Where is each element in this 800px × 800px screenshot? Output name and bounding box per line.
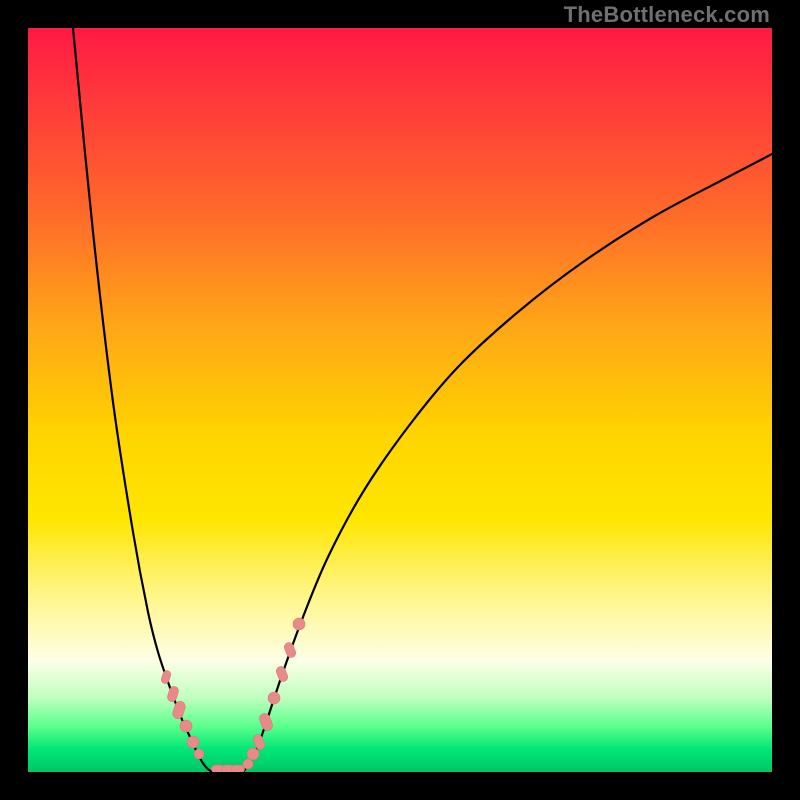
curve-group [73,28,772,772]
chart-svg [28,28,772,772]
data-marker [243,759,253,769]
marker-group [160,618,305,772]
data-marker [268,692,280,704]
chart-frame: TheBottleneck.com [0,0,800,800]
data-marker [283,641,297,659]
data-marker [293,618,305,630]
watermark-text: TheBottleneck.com [564,2,770,28]
data-marker [171,700,186,720]
data-marker [194,749,204,759]
data-marker [187,736,199,748]
data-marker [247,748,259,760]
data-marker [275,665,289,683]
plot-area [28,28,772,772]
data-marker [180,720,192,732]
data-marker [160,670,171,685]
data-marker [166,685,179,702]
data-marker [231,765,244,772]
data-marker [258,712,274,732]
bottleneck-curve [73,28,772,772]
